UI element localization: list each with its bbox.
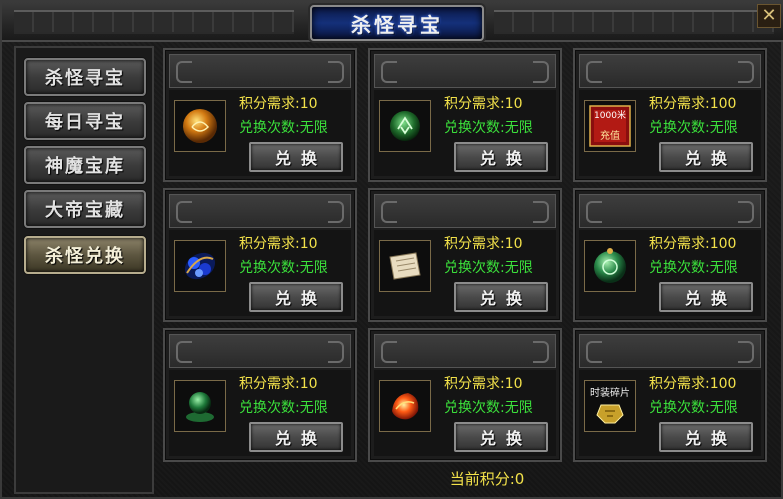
limit-label: 兑换次数:无限 [649, 400, 738, 416]
limit-label: 兑换次数:无限 [239, 120, 328, 136]
card-header [579, 54, 761, 88]
sidebar-item-kill-treasure[interactable]: 杀怪寻宝 [24, 58, 146, 96]
cost-label: 积分需求:100 [649, 236, 737, 252]
exchange-button[interactable]: 兑换 [249, 282, 343, 312]
exchange-button[interactable]: 兑换 [659, 142, 753, 172]
limit-label: 兑换次数:无限 [649, 260, 738, 276]
exchange-card: 积分需求:10 兑换次数:无限 兑换 [368, 188, 562, 322]
card-body: 积分需求:100 兑换次数:无限 兑换 [579, 230, 761, 316]
card-body: 积分需求:10 兑换次数:无限 兑换 [374, 370, 556, 456]
jade-stone-icon[interactable] [174, 380, 226, 432]
exchange-button[interactable]: 兑换 [454, 422, 548, 452]
exchange-card: 积分需求:10 兑换次数:无限 兑换 [368, 48, 562, 182]
limit-label: 兑换次数:无限 [444, 120, 533, 136]
cost-label: 积分需求:100 [649, 96, 737, 112]
title-ornament-left [14, 10, 294, 34]
scroll-icon[interactable] [379, 240, 431, 292]
exchange-window: 杀怪寻宝 ✕ 杀怪寻宝 每日寻宝 神魔宝库 大帝宝藏 杀怪兑换 积分需求:10 … [0, 0, 783, 499]
recharge-card-icon[interactable]: 1000米充值 [584, 100, 636, 152]
recharge-card-main-text: 充值 [600, 129, 620, 142]
card-body: 1000米充值 积分需求:100 兑换次数:无限 兑换 [579, 90, 761, 176]
card-header [579, 194, 761, 228]
card-header [169, 194, 351, 228]
exchange-card: 积分需求:100 兑换次数:无限 兑换 [573, 188, 767, 322]
title-bar: 杀怪寻宝 ✕ [2, 2, 783, 42]
blue-gem-cluster-icon[interactable] [174, 240, 226, 292]
cost-label: 积分需求:10 [239, 376, 318, 392]
sidebar-item-kill-exchange[interactable]: 杀怪兑换 [24, 236, 146, 274]
title-ornament-right [494, 10, 774, 34]
cost-label: 积分需求:10 [444, 96, 523, 112]
limit-label: 兑换次数:无限 [239, 400, 328, 416]
green-rune-icon[interactable] [379, 100, 431, 152]
golden-orb-icon[interactable] [174, 100, 226, 152]
cost-label: 积分需求:10 [444, 376, 523, 392]
card-header [579, 334, 761, 368]
sidebar-item-emperor-treasure[interactable]: 大帝宝藏 [24, 190, 146, 228]
limit-label: 兑换次数:无限 [444, 400, 533, 416]
current-points: 当前积分:0 [449, 470, 525, 488]
exchange-card: 积分需求:10 兑换次数:无限 兑换 [163, 48, 357, 182]
fire-crystal-icon[interactable] [379, 380, 431, 432]
exchange-button[interactable]: 兑换 [249, 422, 343, 452]
jade-orb-icon[interactable] [584, 240, 636, 292]
cost-label: 积分需求:10 [239, 236, 318, 252]
exchange-button[interactable]: 兑换 [659, 422, 753, 452]
cost-label: 积分需求:10 [444, 236, 523, 252]
costume-shard-icon[interactable]: 时装碎片 [584, 380, 636, 432]
exchange-card: 积分需求:10 兑换次数:无限 兑换 [163, 328, 357, 462]
costume-shard-label: 时装碎片 [590, 388, 630, 399]
cost-label: 积分需求:100 [649, 376, 737, 392]
limit-label: 兑换次数:无限 [649, 120, 738, 136]
exchange-card: 1000米充值 积分需求:100 兑换次数:无限 兑换 [573, 48, 767, 182]
card-header [374, 54, 556, 88]
limit-label: 兑换次数:无限 [444, 260, 533, 276]
cost-label: 积分需求:10 [239, 96, 318, 112]
sidebar: 杀怪寻宝 每日寻宝 神魔宝库 大帝宝藏 杀怪兑换 [14, 46, 154, 494]
sidebar-item-divine-vault[interactable]: 神魔宝库 [24, 146, 146, 184]
card-body: 积分需求:10 兑换次数:无限 兑换 [169, 370, 351, 456]
card-header [374, 334, 556, 368]
exchange-button[interactable]: 兑换 [454, 282, 548, 312]
exchange-card: 积分需求:10 兑换次数:无限 兑换 [163, 188, 357, 322]
exchange-button[interactable]: 兑换 [659, 282, 753, 312]
title-plate: 杀怪寻宝 [310, 5, 484, 41]
card-body: 时装碎片 积分需求:100 兑换次数:无限 兑换 [579, 370, 761, 456]
exchange-card: 积分需求:10 兑换次数:无限 兑换 [368, 328, 562, 462]
limit-label: 兑换次数:无限 [239, 260, 328, 276]
card-body: 积分需求:10 兑换次数:无限 兑换 [169, 230, 351, 316]
exchange-card: 时装碎片 积分需求:100 兑换次数:无限 兑换 [573, 328, 767, 462]
window-title: 杀怪寻宝 [351, 12, 443, 37]
card-header [374, 194, 556, 228]
card-header [169, 54, 351, 88]
sidebar-item-daily-treasure[interactable]: 每日寻宝 [24, 102, 146, 140]
card-body: 积分需求:10 兑换次数:无限 兑换 [169, 90, 351, 176]
card-body: 积分需求:10 兑换次数:无限 兑换 [374, 90, 556, 176]
exchange-button[interactable]: 兑换 [454, 142, 548, 172]
exchange-button[interactable]: 兑换 [249, 142, 343, 172]
card-header [169, 334, 351, 368]
card-body: 积分需求:10 兑换次数:无限 兑换 [374, 230, 556, 316]
recharge-card-top-text: 1000米 [594, 109, 626, 121]
close-icon[interactable]: ✕ [757, 4, 781, 28]
